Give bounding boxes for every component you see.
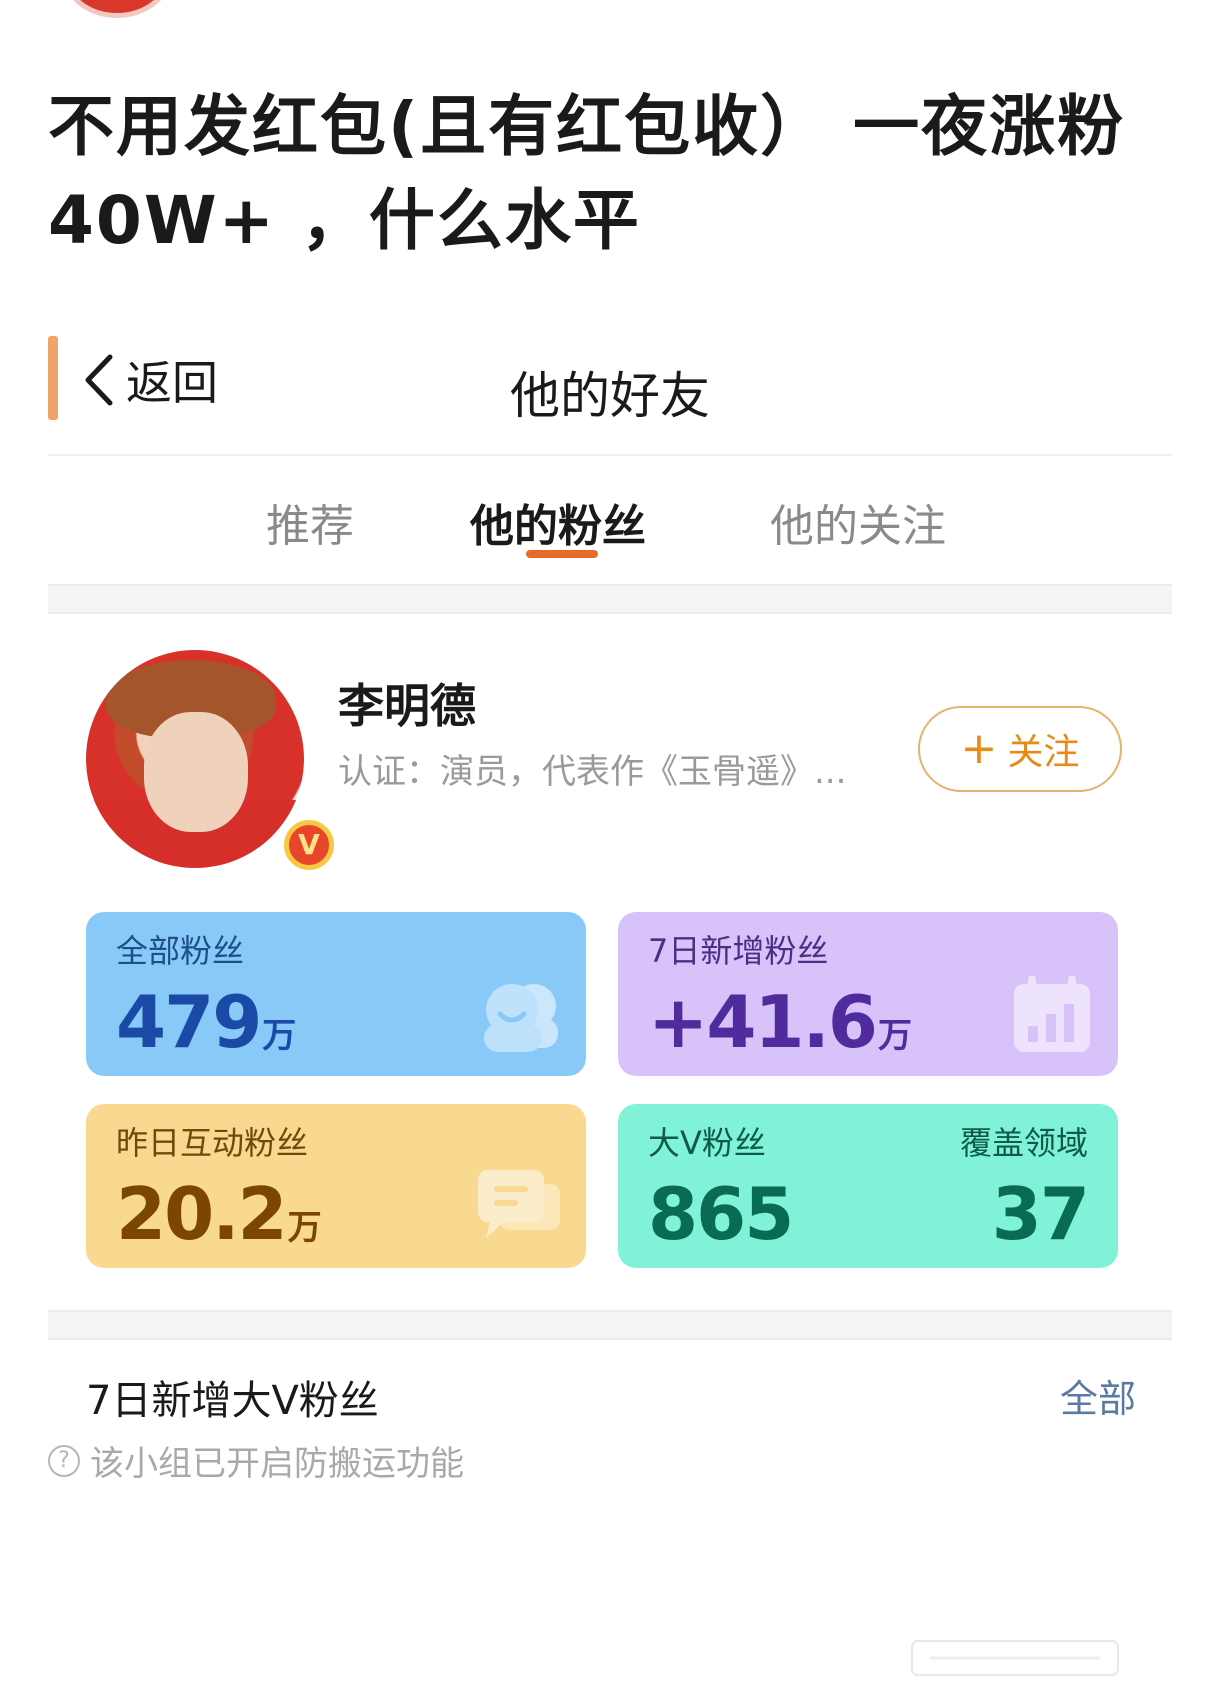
stat-label: 昨日互动粉丝 xyxy=(116,1124,309,1162)
stat-unit: 万 xyxy=(262,1016,296,1056)
chat-icon xyxy=(478,1170,560,1238)
tab-recommended[interactable]: 推荐 xyxy=(266,490,354,554)
view-all-link[interactable]: 全部 xyxy=(1060,1368,1136,1423)
watermark-logo xyxy=(911,1640,1119,1676)
tab-his-fans[interactable]: 他的粉丝 xyxy=(470,490,646,554)
user-name[interactable]: 李明德 xyxy=(338,670,476,736)
section-divider xyxy=(48,1310,1172,1340)
stat-label: 大V粉丝 xyxy=(648,1124,766,1162)
avatar[interactable] xyxy=(86,650,304,868)
post-title: 不用发红包(且有红包收） 一夜涨粉40W+ ，什么水平 xyxy=(48,88,1126,259)
footer-note-text: 该小组已开启防搬运功能 xyxy=(90,1444,464,1484)
stat-label: 7日新增粉丝 xyxy=(648,932,829,970)
stat-card-total-fans[interactable]: 全部粉丝 479万 xyxy=(86,912,586,1076)
stat-value: 20.2万 xyxy=(116,1172,322,1256)
user-certification: 认证：演员，代表作《玉骨遥》... xyxy=(338,752,847,792)
stat-number: 20.2 xyxy=(116,1172,288,1256)
stat-unit: 万 xyxy=(877,1016,912,1056)
stat-card-new-fans-7d[interactable]: 7日新增粉丝 +41.6万 xyxy=(618,912,1118,1076)
stat-value: 479万 xyxy=(116,980,296,1064)
top-nav-bar: 返回 他的好友 xyxy=(48,332,1172,456)
stat-value: +41.6万 xyxy=(648,980,912,1064)
stat-value: 865 xyxy=(648,1172,794,1256)
stat-card-interactive-fans[interactable]: 昨日互动粉丝 20.2万 xyxy=(86,1104,586,1268)
help-icon[interactable]: ? xyxy=(48,1444,80,1477)
follow-button[interactable]: + 关注 xyxy=(918,706,1122,792)
active-tab-indicator xyxy=(526,550,598,558)
page-title: 他的好友 xyxy=(510,367,710,425)
plus-icon: + xyxy=(960,723,998,774)
stat-card-big-v-fans[interactable]: 大V粉丝 覆盖领域 865 37 xyxy=(618,1104,1118,1268)
stat-label: 全部粉丝 xyxy=(116,932,245,970)
tab-bar: 推荐 他的粉丝 他的关注 xyxy=(48,456,1172,576)
calendar-chart-icon xyxy=(1014,976,1090,1052)
section-divider xyxy=(48,584,1172,614)
top-avatar xyxy=(62,0,172,18)
embedded-screenshot: 返回 他的好友 推荐 他的粉丝 他的关注 V 李明德 认证：演员，代表作《玉骨遥… xyxy=(48,332,1172,1477)
coverage-value: 37 xyxy=(991,1172,1090,1256)
avatar-face xyxy=(144,712,248,832)
follow-label: 关注 xyxy=(1007,732,1080,773)
footer-note: ? 该小组已开启防搬运功能 xyxy=(48,1436,464,1485)
stat-number: +41.6 xyxy=(648,980,878,1064)
stat-number: 479 xyxy=(116,980,262,1064)
users-icon xyxy=(484,984,558,1052)
verified-badge-icon: V xyxy=(284,820,334,870)
section-title: 7日新增大V粉丝 xyxy=(86,1378,379,1424)
coverage-label: 覆盖领域 xyxy=(959,1124,1088,1162)
tab-his-following[interactable]: 他的关注 xyxy=(770,490,946,554)
stat-unit: 万 xyxy=(287,1208,322,1248)
top-hint xyxy=(520,0,590,4)
